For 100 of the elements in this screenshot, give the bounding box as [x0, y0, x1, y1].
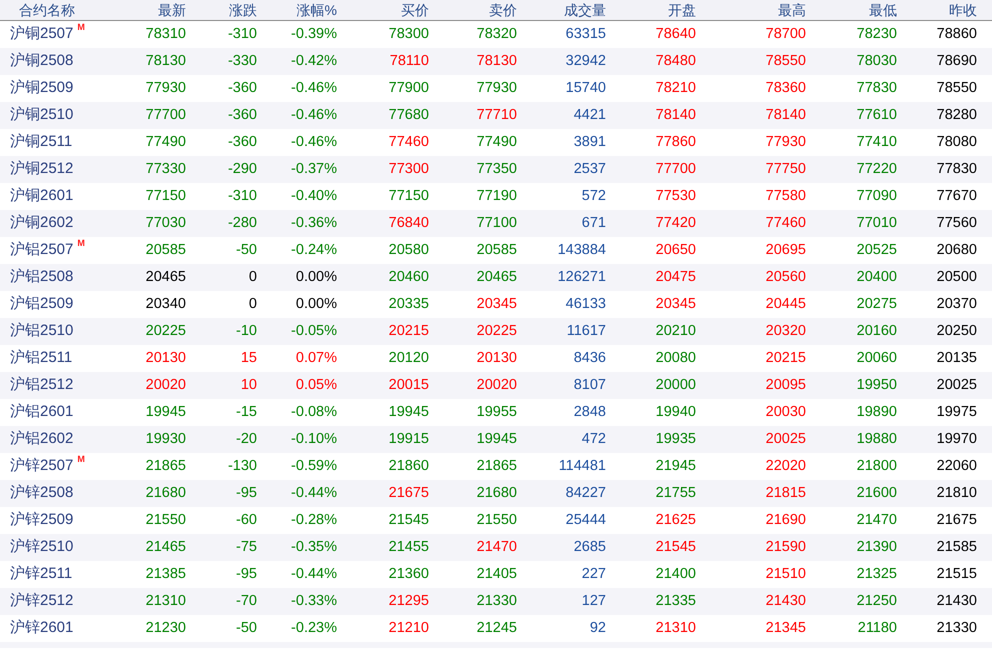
- table-cell-text: 21250: [856, 592, 897, 611]
- table-cell-text: 78320: [476, 24, 517, 44]
- table-cell-text: -330: [228, 52, 257, 71]
- table-cell-text: 19970: [936, 430, 977, 449]
- table-cell-text: 20095: [766, 376, 806, 395]
- table-cell-text: 63315: [566, 24, 606, 44]
- table-cell-text: 78360: [766, 78, 806, 98]
- table-cell-text: 20025: [936, 376, 977, 395]
- column-header[interactable]: 最低: [869, 0, 897, 21]
- contract-name: 沪铝2509: [10, 294, 74, 314]
- table-cell-text: -290: [228, 160, 257, 179]
- table-cell-text: -360: [228, 78, 257, 98]
- table-cell-text: 77330: [146, 160, 186, 179]
- table-cell-text: -0.40%: [291, 186, 337, 206]
- table-cell-text: 0.05%: [296, 376, 337, 395]
- table-cell-text: 77300: [388, 160, 429, 179]
- table-cell-text: 20020: [146, 376, 186, 395]
- table-cell-text: -0.33%: [291, 592, 337, 611]
- table-cell-text: 20335: [388, 294, 429, 314]
- table-cell-text: 21345: [766, 618, 806, 638]
- table-cell-text: -0.05%: [291, 322, 337, 341]
- table-cell-text: 20130: [146, 348, 186, 368]
- table-cell-text: 21470: [476, 538, 517, 557]
- table-cell-text: 78130: [146, 52, 186, 71]
- table-cell-text: 21680: [146, 484, 186, 503]
- table-cell-text: 77490: [476, 132, 517, 152]
- table-cell-text: 21210: [388, 618, 429, 638]
- column-header[interactable]: 成交量: [564, 0, 606, 21]
- table-cell-text: 21675: [388, 484, 429, 503]
- table-cell-text: 77220: [856, 160, 897, 179]
- table-cell-text: 78030: [856, 52, 897, 71]
- table-cell-text: 77900: [388, 78, 429, 98]
- table-cell-text: -0.44%: [291, 484, 337, 503]
- table-cell-text: -360: [228, 106, 257, 125]
- table-cell-text: 78140: [766, 106, 806, 125]
- column-header[interactable]: 合约名称: [19, 2, 75, 18]
- table-cell-text: 78300: [388, 24, 429, 44]
- table-cell-text: 77560: [936, 214, 977, 233]
- table-cell-text: 77710: [476, 106, 517, 125]
- table-cell-text: 20225: [476, 322, 517, 341]
- contract-name: 沪铝2601: [10, 402, 74, 422]
- table-cell-text: 19890: [856, 402, 897, 422]
- table-cell-text: 8436: [574, 348, 606, 368]
- table-cell-text: 20130: [476, 348, 517, 368]
- table-cell-text: 20215: [766, 348, 806, 368]
- table-cell-text: -0.37%: [291, 160, 337, 179]
- table-cell-text: 77860: [656, 132, 696, 152]
- table-cell-text: 15740: [566, 78, 606, 98]
- table-cell-text: 21545: [656, 538, 696, 557]
- table-cell-text: 21860: [388, 456, 429, 476]
- table-cell-text: 21400: [656, 564, 696, 584]
- contract-name: 沪铜2601: [10, 186, 74, 206]
- table-cell-text: 19930: [146, 430, 186, 449]
- table-cell-text: 114481: [558, 456, 606, 476]
- table-cell-text: 0.00%: [296, 294, 337, 314]
- contract-name: 沪铝2511: [10, 348, 72, 368]
- table-cell-text: 78130: [476, 52, 517, 71]
- table-cell-text: -0.35%: [291, 538, 337, 557]
- table-cell-text: 20465: [146, 268, 186, 287]
- column-header[interactable]: 昨收: [949, 0, 977, 21]
- table-cell-text: 20500: [936, 268, 977, 287]
- table-cell-text: 78310: [146, 24, 186, 44]
- table-cell-text: -0.39%: [291, 24, 337, 44]
- contract-name: 沪锌2508: [10, 483, 74, 504]
- table-cell-text: -0.23%: [291, 618, 337, 638]
- table-cell-text: -0.08%: [291, 402, 337, 422]
- table-cell-text: -360: [228, 132, 257, 152]
- table-cell-text: 21245: [476, 618, 517, 638]
- table-cell-text: 77100: [476, 214, 517, 233]
- table-cell-text: 78640: [656, 24, 696, 44]
- table-cell-text: 77190: [476, 186, 517, 206]
- table-cell-text: 21675: [936, 510, 977, 530]
- table-cell-text: 21680: [476, 484, 517, 503]
- column-header[interactable]: 买价: [401, 0, 429, 21]
- table-cell-text: 77030: [146, 214, 186, 233]
- table-cell-text: 20400: [856, 268, 897, 287]
- table-cell-text: 19880: [856, 430, 897, 449]
- contract-name: 沪铜2508: [10, 51, 74, 72]
- table-cell-text: 126271: [558, 268, 606, 287]
- table-cell-text: 21385: [146, 564, 186, 584]
- contract-name: 沪锌2601: [10, 618, 74, 638]
- table-cell-text: 19950: [856, 376, 897, 395]
- table-cell-text: 127: [582, 592, 606, 611]
- table-cell-text: 77490: [146, 132, 186, 152]
- table-cell-text: 21470: [856, 510, 897, 530]
- table-cell-text: 0.07%: [296, 348, 337, 368]
- column-header[interactable]: 涨幅%: [296, 0, 337, 21]
- table-cell-text: 78550: [766, 52, 806, 71]
- column-header[interactable]: 卖价: [489, 0, 517, 21]
- table-cell-text: 21310: [656, 618, 696, 638]
- column-header[interactable]: 最新: [158, 0, 186, 21]
- table-cell-text: 77680: [388, 106, 429, 125]
- table-cell-text: 4421: [574, 106, 606, 125]
- table-cell-text: 20020: [476, 376, 517, 395]
- column-header[interactable]: 涨跌: [229, 0, 257, 21]
- table-cell-text: 77460: [388, 132, 429, 152]
- column-header[interactable]: 开盘: [668, 0, 696, 21]
- column-header[interactable]: 最高: [778, 0, 806, 21]
- table-cell-text: 20525: [856, 240, 897, 260]
- table-cell-text: 20080: [656, 348, 696, 368]
